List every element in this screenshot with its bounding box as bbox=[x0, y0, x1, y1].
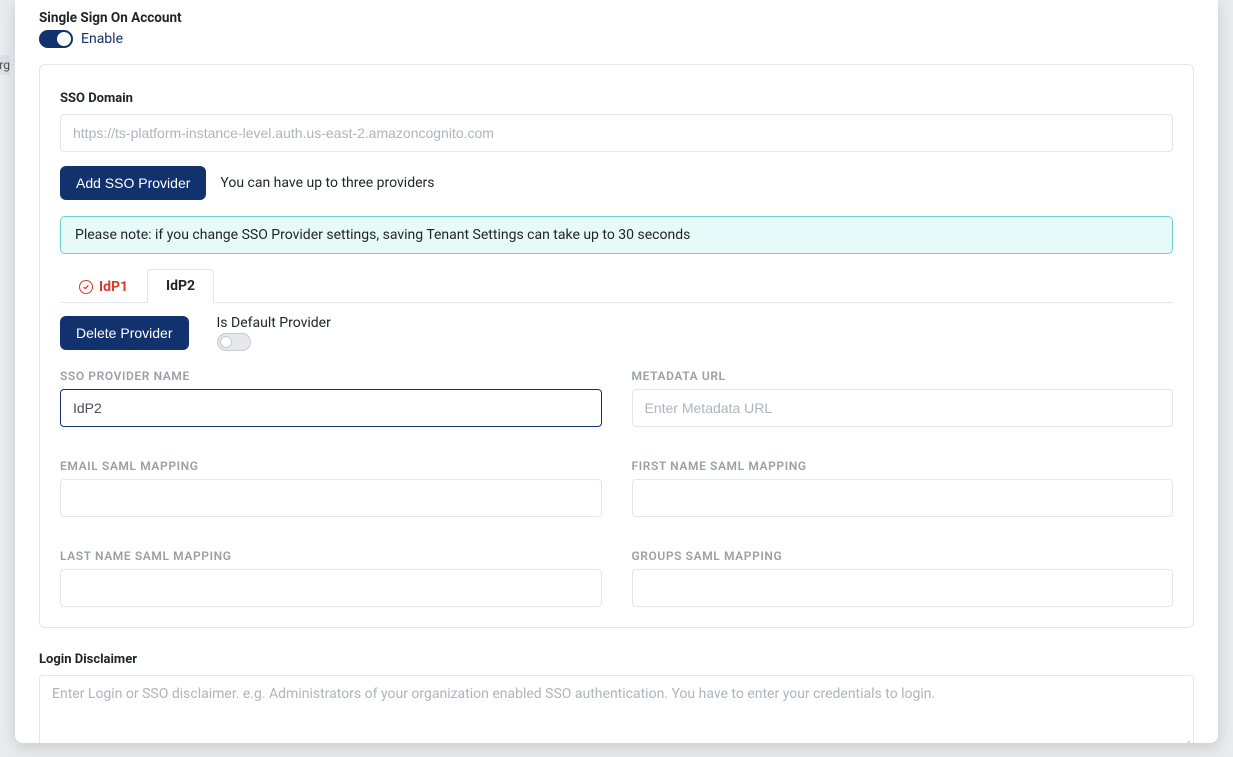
background-partial-text: org bbox=[0, 55, 10, 75]
tab-idp1[interactable]: IdP1 bbox=[60, 269, 147, 303]
sso-provider-name-label: SSO PROVIDER NAME bbox=[60, 369, 602, 383]
provider-fields-grid: SSO PROVIDER NAME METADATA URL EMAIL SAM… bbox=[60, 351, 1173, 607]
sso-save-delay-notice: Please note: if you change SSO Provider … bbox=[60, 216, 1173, 254]
delete-provider-button[interactable]: Delete Provider bbox=[60, 316, 189, 350]
default-provider-toggle[interactable] bbox=[217, 333, 251, 351]
email-saml-label: EMAIL SAML MAPPING bbox=[60, 459, 602, 473]
groups-saml-label: GROUPS SAML MAPPING bbox=[632, 549, 1174, 563]
tab-idp2[interactable]: IdP2 bbox=[147, 269, 214, 303]
login-disclaimer-section: Login Disclaimer bbox=[39, 652, 1194, 743]
provider-actions-row: Delete Provider Is Default Provider bbox=[60, 315, 1173, 351]
page-backdrop: org Single Sign On Account Enable SSO Do… bbox=[0, 0, 1233, 757]
sso-domain-input[interactable] bbox=[60, 114, 1173, 152]
login-disclaimer-textarea[interactable] bbox=[39, 675, 1194, 743]
metadata-url-input[interactable] bbox=[632, 389, 1174, 427]
sso-domain-label: SSO Domain bbox=[60, 91, 1173, 106]
groups-saml-input[interactable] bbox=[632, 569, 1174, 607]
sso-config-card: SSO Domain Add SSO Provider You can have… bbox=[39, 64, 1194, 628]
login-disclaimer-label: Login Disclaimer bbox=[39, 652, 1194, 667]
tab-idp1-label: IdP1 bbox=[99, 279, 128, 295]
provider-tabs: IdP1 IdP2 bbox=[60, 268, 1173, 303]
default-provider-block: Is Default Provider bbox=[217, 315, 331, 351]
toggle-knob bbox=[220, 336, 232, 348]
sso-section-title: Single Sign On Account bbox=[39, 10, 1194, 26]
error-icon bbox=[79, 280, 93, 294]
first-name-saml-input[interactable] bbox=[632, 479, 1174, 517]
sso-enable-label: Enable bbox=[81, 31, 123, 47]
default-provider-label: Is Default Provider bbox=[217, 315, 331, 331]
metadata-url-label: METADATA URL bbox=[632, 369, 1174, 383]
sso-enable-toggle[interactable] bbox=[39, 30, 73, 48]
sso-enable-row: Enable bbox=[39, 30, 1194, 48]
tab-idp2-label: IdP2 bbox=[166, 278, 195, 294]
first-name-saml-label: FIRST NAME SAML MAPPING bbox=[632, 459, 1174, 473]
add-provider-row: Add SSO Provider You can have up to thre… bbox=[60, 166, 1173, 200]
toggle-knob bbox=[57, 32, 71, 46]
last-name-saml-label: LAST NAME SAML MAPPING bbox=[60, 549, 602, 563]
last-name-saml-input[interactable] bbox=[60, 569, 602, 607]
email-saml-input[interactable] bbox=[60, 479, 602, 517]
add-sso-provider-button[interactable]: Add SSO Provider bbox=[60, 166, 206, 200]
sso-settings-modal: Single Sign On Account Enable SSO Domain… bbox=[15, 0, 1218, 743]
sso-provider-name-input[interactable] bbox=[60, 389, 602, 427]
add-provider-hint: You can have up to three providers bbox=[220, 175, 434, 191]
